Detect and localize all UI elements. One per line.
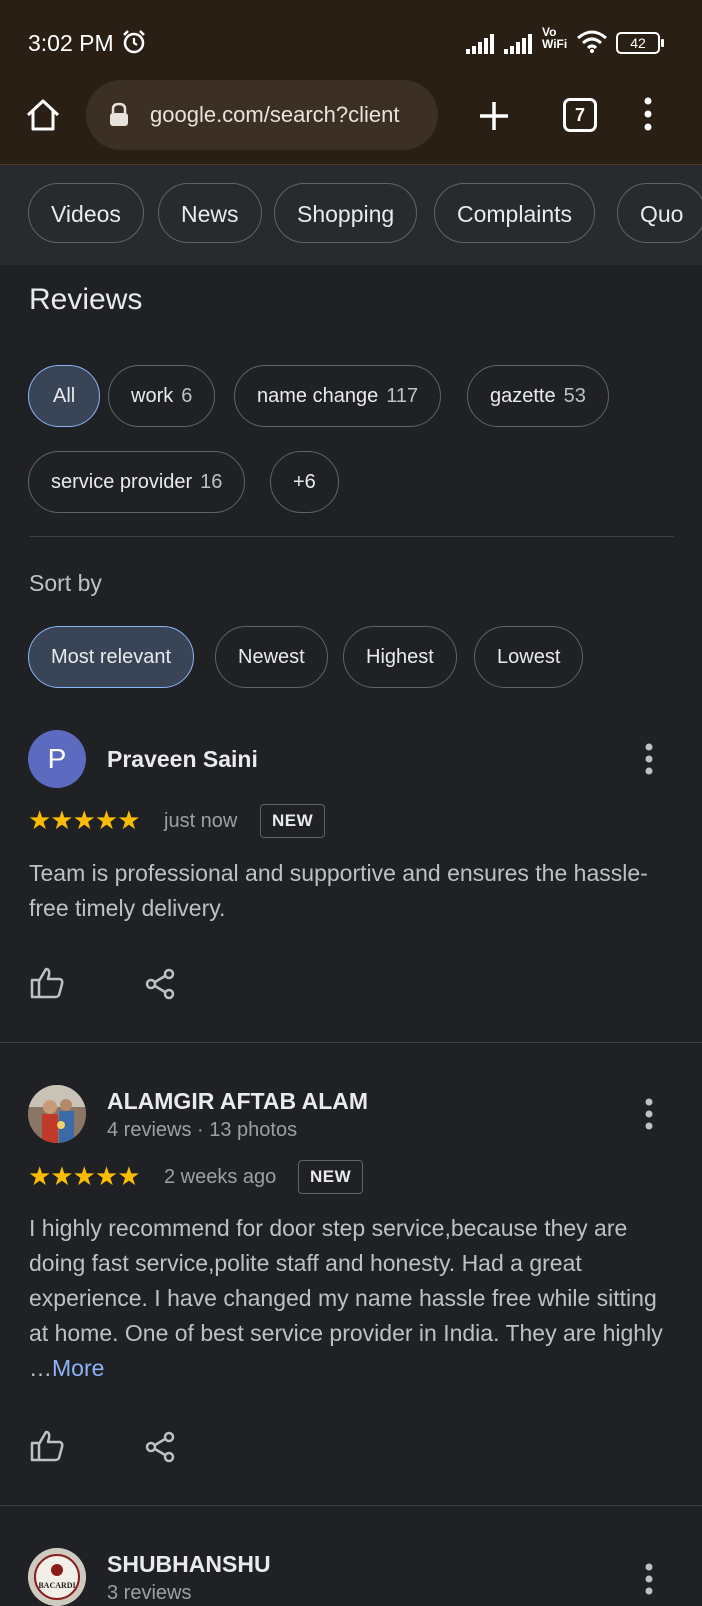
avatar[interactable]: [28, 1085, 86, 1143]
filter-chip-gazette[interactable]: gazette 53: [467, 365, 609, 427]
avatar[interactable]: P: [28, 730, 86, 788]
avatar-photo: [28, 1085, 86, 1143]
reviewer-name[interactable]: ALAMGIR AFTAB ALAM: [107, 1088, 368, 1115]
filter-chip-all[interactable]: All: [28, 365, 101, 427]
status-icons: Vo WiFi 42: [466, 25, 676, 58]
sort-newest[interactable]: Newest: [215, 626, 328, 688]
lock-icon: [110, 102, 128, 126]
new-tab-icon[interactable]: [476, 98, 512, 134]
new-badge: NEW: [260, 804, 326, 838]
reviewer-name[interactable]: SHUBHANSHU: [107, 1551, 271, 1578]
status-bar: 3:02 PM Vo WiFi 42: [0, 0, 702, 80]
review-time: 2 weeks ago: [164, 1166, 277, 1188]
star-rating: ★★★★★: [28, 805, 141, 835]
filter-chip-service-provider[interactable]: service provider 16: [28, 451, 246, 513]
sort-lowest[interactable]: Lowest: [474, 626, 584, 688]
more-link[interactable]: More: [52, 1355, 104, 1381]
avatar-logo-text: BACARDI: [38, 1581, 75, 1590]
signal-icon-2: [504, 34, 532, 54]
reviewer-name[interactable]: Praveen Saini: [107, 746, 258, 773]
more-vert-icon[interactable]: [644, 742, 654, 776]
filter-chip-more[interactable]: +6: [270, 451, 339, 513]
share-icon[interactable]: [145, 968, 175, 1000]
avatar[interactable]: BACARDI: [28, 1548, 86, 1606]
divider: [29, 536, 674, 537]
tab-news[interactable]: News: [158, 183, 262, 243]
home-icon[interactable]: [25, 97, 61, 133]
reviewer-meta: 4 reviews · 13 photos: [107, 1119, 298, 1141]
review-text: Team is professional and supportive and …: [29, 860, 648, 921]
tab-switcher-button[interactable]: 7: [563, 98, 597, 132]
reviewer-meta: 3 reviews: [107, 1582, 192, 1604]
thumbs-up-icon[interactable]: [30, 1429, 64, 1463]
star-rating: ★★★★★: [28, 1161, 141, 1191]
sort-most-relevant[interactable]: Most relevant: [28, 626, 195, 688]
filter-chip-name-change[interactable]: name change 117: [234, 365, 442, 427]
tab-quotes[interactable]: Quo: [617, 183, 702, 243]
wifi-icon: [577, 30, 607, 53]
filter-chip-work[interactable]: work 6: [108, 365, 216, 427]
tab-complaints[interactable]: Complaints: [434, 183, 596, 243]
avatar-photo: BACARDI: [28, 1548, 86, 1606]
status-time: 3:02 PM: [28, 30, 114, 56]
address-bar[interactable]: google.com/search?client: [86, 80, 438, 150]
more-vert-icon[interactable]: [640, 96, 656, 132]
more-vert-icon[interactable]: [644, 1097, 654, 1131]
thumbs-up-icon[interactable]: [30, 966, 64, 1000]
reviews-title: Reviews: [29, 283, 143, 316]
review-divider: [0, 1042, 702, 1043]
sort-label: Sort by: [29, 570, 102, 596]
search-tabs: Videos News Shopping Complaints Quo: [0, 165, 702, 265]
vowifi-indicator: Vo WiFi: [542, 25, 568, 51]
alarm-icon: [123, 30, 145, 54]
url-text: google.com/search?client: [150, 102, 400, 127]
signal-icon: [466, 34, 494, 54]
review-divider: [0, 1505, 702, 1506]
browser-toolbar: google.com/search?client 7: [0, 80, 702, 165]
new-badge: NEW: [298, 1160, 364, 1194]
battery-indicator: 42: [616, 32, 664, 54]
sort-highest[interactable]: Highest: [343, 626, 457, 688]
share-icon[interactable]: [145, 1431, 175, 1463]
more-vert-icon[interactable]: [644, 1562, 654, 1596]
tab-shopping[interactable]: Shopping: [274, 183, 418, 243]
tab-videos[interactable]: Videos: [28, 183, 144, 243]
review-text: I highly recommend for door step service…: [29, 1215, 663, 1381]
review-time: just now: [164, 810, 238, 832]
